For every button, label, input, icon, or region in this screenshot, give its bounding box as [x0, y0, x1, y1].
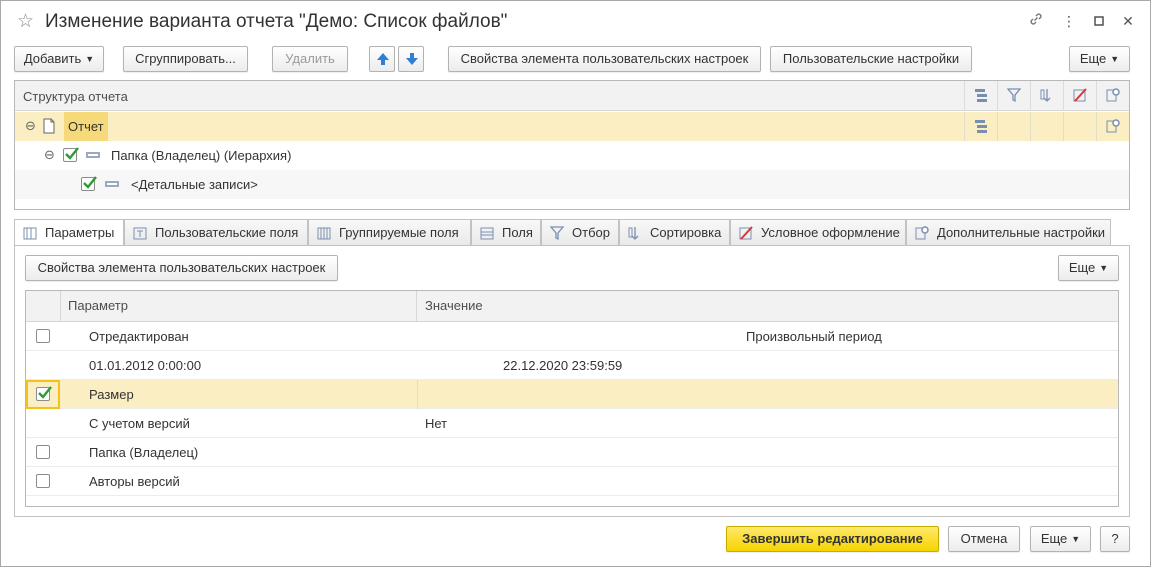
- move-up-button[interactable]: [369, 46, 395, 72]
- tab-fields[interactable]: Поля: [471, 219, 541, 246]
- cancel-button[interactable]: Отмена: [948, 526, 1020, 552]
- folder-checkbox[interactable]: [63, 147, 79, 162]
- tab-parameters[interactable]: Параметры: [14, 219, 124, 247]
- user-settings-button[interactable]: Пользовательские настройки: [770, 46, 972, 72]
- sort-icon: [628, 227, 639, 240]
- row-checkbox[interactable]: [36, 445, 50, 459]
- tab-user-fields[interactable]: Пользовательские поля: [124, 219, 308, 246]
- collapse-icon[interactable]: ⊖: [44, 147, 55, 163]
- more-vertical-icon[interactable]: ⋮: [1059, 11, 1079, 31]
- param-name: Размер: [89, 387, 134, 402]
- arrow-down-icon: [406, 53, 418, 65]
- grouping-icon: [975, 120, 987, 133]
- params-more-button[interactable]: Еще ▼: [1058, 255, 1119, 281]
- sort-column-icon[interactable]: [1030, 81, 1063, 111]
- grouping-row-icon: [105, 181, 119, 187]
- window-title: Изменение варианта отчета "Демо: Список …: [45, 11, 508, 32]
- finish-editing-button[interactable]: Завершить редактирование: [726, 526, 939, 552]
- structure-row-label: Отчет: [64, 112, 108, 141]
- param-extra[interactable]: Произвольный период: [746, 329, 882, 344]
- favorite-star-icon[interactable]: ☆: [17, 10, 34, 33]
- structure-row-report[interactable]: ⊖ Отчет: [15, 112, 1129, 141]
- param-value[interactable]: Нет: [425, 416, 447, 431]
- params-element-settings-button[interactable]: Свойства элемента пользовательских настр…: [25, 255, 338, 281]
- structure-row-details[interactable]: <Детальные записи>: [15, 170, 1129, 199]
- chevron-down-icon: ▼: [1110, 54, 1120, 64]
- table-row[interactable]: Отредактирован Произвольный период: [26, 322, 1118, 351]
- move-down-button[interactable]: [398, 46, 424, 72]
- row-checkbox[interactable]: [36, 474, 50, 488]
- value-column-header[interactable]: Значение: [417, 291, 1118, 322]
- tab-sort[interactable]: Сортировка: [619, 219, 730, 246]
- element-settings-button[interactable]: Свойства элемента пользовательских настр…: [448, 46, 761, 72]
- param-column-header[interactable]: Параметр: [61, 291, 417, 322]
- grouping-row-icon: [86, 152, 100, 158]
- tab-filter[interactable]: Отбор: [541, 219, 619, 246]
- details-checkbox[interactable]: [81, 176, 97, 191]
- table-row[interactable]: С учетом версий Нет: [26, 409, 1118, 438]
- chevron-down-icon: ▼: [1099, 263, 1109, 273]
- footer-more-button[interactable]: Еще ▼: [1030, 526, 1091, 552]
- conditional-format-icon: [739, 226, 753, 240]
- tab-conditional-format[interactable]: Условное оформление: [730, 219, 906, 246]
- table-row[interactable]: Авторы версий: [26, 467, 1118, 496]
- filter-icon: [549, 226, 565, 241]
- add-button[interactable]: Добавить ▼: [14, 46, 104, 72]
- document-icon: [43, 118, 55, 134]
- structure-header: Структура отчета: [15, 81, 1129, 111]
- close-icon[interactable]: ✕: [1118, 11, 1138, 31]
- table-row[interactable]: 01.01.2012 0:00:00 22.12.2020 23:59:59: [26, 351, 1118, 380]
- link-icon[interactable]: [1026, 11, 1046, 31]
- param-name: Отредактирован: [89, 329, 189, 344]
- param-name: С учетом версий: [89, 416, 190, 431]
- more-button[interactable]: Еще ▼: [1069, 46, 1130, 72]
- param-name: Авторы версий: [89, 474, 180, 489]
- checkbox-column-header: [26, 291, 61, 322]
- user-fields-icon: [133, 227, 147, 240]
- grouping-column-icon[interactable]: [964, 81, 997, 111]
- tab-grouping-fields[interactable]: Группируемые поля: [308, 219, 471, 246]
- filter-column-icon[interactable]: [997, 81, 1030, 111]
- settings-tabs: Параметры Пользовательские поля Группиру…: [14, 219, 1130, 247]
- param-name: Папка (Владелец): [89, 445, 199, 460]
- parameters-icon: [23, 227, 37, 240]
- report-structure-tree: Структура отчета ⊖ Отчет ⊖ Папка (Владел…: [14, 80, 1130, 210]
- conditional-format-column-icon[interactable]: [1063, 81, 1096, 111]
- report-variant-window: ☆ Изменение варианта отчета "Демо: Списо…: [0, 0, 1151, 567]
- group-button[interactable]: Сгруппировать...: [123, 46, 248, 72]
- fields-icon: [480, 227, 494, 240]
- chevron-down-icon: ▼: [1071, 534, 1081, 544]
- row-checkbox[interactable]: [36, 329, 50, 343]
- help-button[interactable]: ?: [1100, 526, 1130, 552]
- maximize-icon[interactable]: [1089, 11, 1109, 31]
- collapse-icon[interactable]: ⊖: [25, 118, 36, 134]
- structure-header-label: Структура отчета: [23, 89, 128, 104]
- grouping-fields-icon: [317, 227, 331, 240]
- parameters-table: Параметр Значение Отредактирован Произво…: [25, 290, 1119, 507]
- table-row[interactable]: Папка (Владелец): [26, 438, 1118, 467]
- additional-settings-column-icon[interactable]: [1096, 81, 1129, 111]
- title-bar: ☆ Изменение варианта отчета "Демо: Списо…: [1, 1, 1150, 41]
- period-end[interactable]: 22.12.2020 23:59:59: [503, 358, 622, 373]
- structure-row-label: <Детальные записи>: [131, 177, 258, 192]
- delete-button[interactable]: Удалить: [272, 46, 348, 72]
- table-row[interactable]: Размер: [26, 380, 1118, 409]
- chevron-down-icon: ▼: [85, 54, 95, 64]
- structure-row-folder[interactable]: ⊖ Папка (Владелец) (Иерархия): [15, 141, 1129, 170]
- tab-additional-settings[interactable]: Дополнительные настройки: [906, 219, 1111, 246]
- additional-settings-icon: [915, 226, 929, 240]
- structure-row-label: Папка (Владелец) (Иерархия): [111, 148, 292, 163]
- settings-icon: [1106, 119, 1120, 133]
- row-checkbox[interactable]: [36, 386, 52, 401]
- arrow-up-icon: [377, 53, 389, 65]
- period-start[interactable]: 01.01.2012 0:00:00: [89, 358, 201, 373]
